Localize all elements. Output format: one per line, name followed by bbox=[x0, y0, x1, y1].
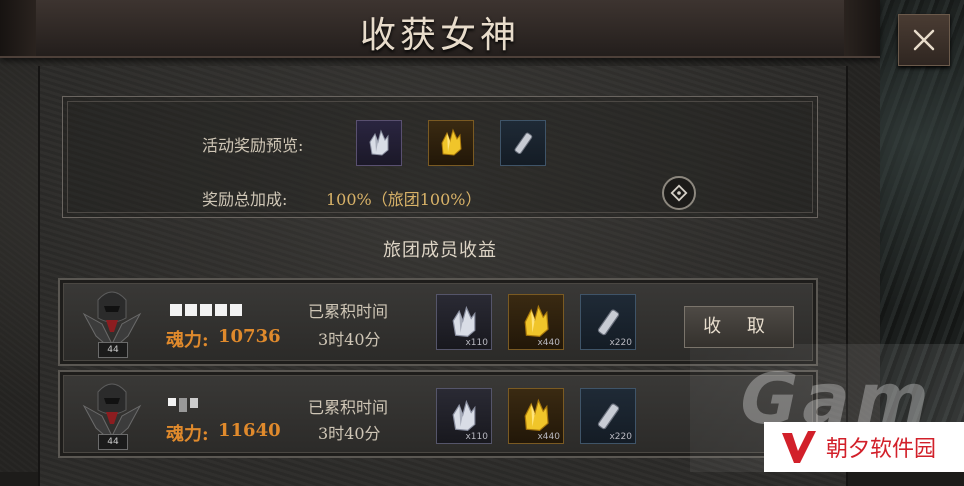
member-power-value: 10736 bbox=[218, 326, 281, 347]
member-reward-silver-crystal[interactable]: x110 bbox=[436, 388, 492, 444]
member-reward-gold-crystal[interactable]: x440 bbox=[508, 294, 564, 350]
reward-quantity: x440 bbox=[537, 432, 560, 442]
member-time-value: 3时40分 bbox=[318, 330, 381, 349]
reward-quantity: x220 bbox=[609, 338, 632, 348]
collect-button[interactable]: 收 取 bbox=[684, 306, 794, 348]
info-button[interactable] bbox=[662, 176, 696, 210]
gold-crystal-icon bbox=[524, 398, 549, 432]
info-icon bbox=[670, 184, 688, 202]
member-power-label: 魂力: bbox=[166, 330, 209, 351]
member-power-label: 魂力: bbox=[166, 424, 209, 445]
member-power-value: 11640 bbox=[218, 420, 281, 441]
whetstone-icon bbox=[597, 309, 620, 336]
silver-crystal-icon bbox=[452, 399, 476, 432]
reward-quantity: x110 bbox=[465, 338, 488, 348]
member-time-label: 已累积时间 bbox=[308, 302, 389, 321]
silver-crystal-icon bbox=[369, 129, 389, 156]
reward-quantity: x220 bbox=[609, 432, 632, 442]
member-reward-whetstone[interactable]: x220 bbox=[580, 294, 636, 350]
gold-crystal-icon bbox=[441, 128, 462, 156]
member-name-redacted bbox=[170, 304, 242, 316]
close-button[interactable] bbox=[898, 14, 950, 66]
whetstone-icon bbox=[514, 132, 533, 155]
member-time-label: 已累积时间 bbox=[308, 398, 389, 417]
bonus-value: 100%（旅团100%） bbox=[326, 190, 482, 209]
preview-item-silver-crystal[interactable] bbox=[356, 120, 402, 166]
member-level: 44 bbox=[98, 342, 128, 358]
silver-crystal-icon bbox=[452, 305, 476, 338]
bonus-label: 奖励总加成: bbox=[202, 190, 288, 209]
member-name-redacted bbox=[168, 398, 198, 412]
close-icon bbox=[913, 29, 935, 51]
reward-preview-label: 活动奖励预览: bbox=[202, 136, 304, 155]
watermark-logo-text: 朝夕软件园 bbox=[826, 437, 937, 462]
whetstone-icon bbox=[597, 403, 620, 430]
preview-item-whetstone[interactable] bbox=[500, 120, 546, 166]
gold-crystal-icon bbox=[524, 304, 549, 338]
member-time-value: 3时40分 bbox=[318, 424, 381, 443]
reward-quantity: x440 bbox=[537, 338, 560, 348]
page-title: 收获女神 bbox=[359, 15, 520, 56]
watermark-logo: 朝夕软件园 bbox=[764, 422, 964, 472]
preview-item-gold-crystal[interactable] bbox=[428, 120, 474, 166]
reward-quantity: x110 bbox=[465, 432, 488, 442]
title-bar: 收获女神 bbox=[0, 0, 880, 58]
checkmark-logo-icon bbox=[782, 431, 816, 463]
section-title: 旅团成员收益 bbox=[383, 240, 497, 261]
member-reward-silver-crystal[interactable]: x110 bbox=[436, 294, 492, 350]
member-reward-whetstone[interactable]: x220 bbox=[580, 388, 636, 444]
member-level: 44 bbox=[98, 434, 128, 450]
member-reward-gold-crystal[interactable]: x440 bbox=[508, 388, 564, 444]
